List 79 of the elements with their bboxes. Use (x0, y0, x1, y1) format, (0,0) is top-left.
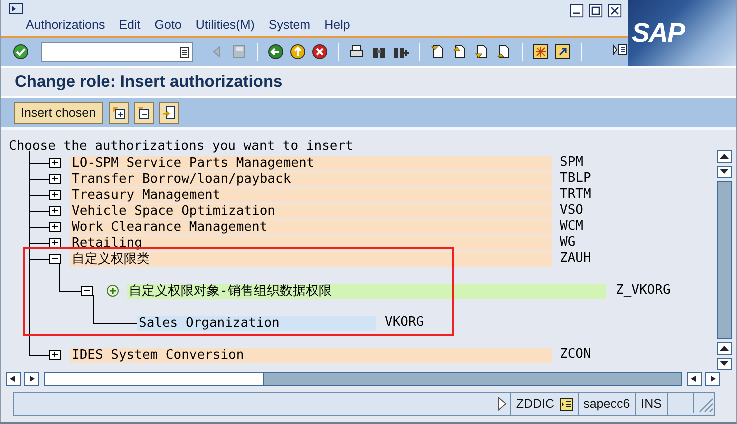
print-icon[interactable] (349, 44, 365, 60)
node-code: WCM (560, 219, 584, 235)
window-icon[interactable] (533, 44, 549, 60)
scrollbar-thumb[interactable] (717, 181, 732, 339)
node-label[interactable]: LO-SPM Service Parts Management (70, 156, 552, 170)
node-label[interactable]: 自定义权限对象-销售组织数据权限 (127, 284, 606, 298)
menu-item[interactable]: System (268, 18, 311, 32)
minimize-icon[interactable] (570, 4, 584, 18)
close-icon[interactable] (608, 4, 622, 18)
back-icon[interactable] (268, 44, 284, 60)
insert-mode: INS (641, 397, 662, 411)
previous-page-icon[interactable] (452, 44, 468, 60)
tree-heading: Choose the authorizations you want to insert (9, 139, 354, 155)
resize-grip-icon[interactable] (693, 393, 714, 413)
scroll-left-button[interactable] (6, 372, 21, 386)
node-code: SPM (560, 155, 584, 171)
collapse-icon[interactable] (81, 286, 93, 296)
exit-icon[interactable] (290, 44, 306, 60)
node-code: WG (560, 235, 576, 251)
node-code: TBLP (560, 171, 592, 187)
node-label[interactable]: 自定义权限类 (70, 252, 552, 266)
menu-item[interactable]: Authorizations (26, 18, 106, 32)
node-label[interactable]: Treasury Management (70, 188, 552, 202)
node-label[interactable]: Work Clearance Management (70, 220, 552, 234)
transfer-button[interactable] (159, 102, 180, 124)
first-page-icon[interactable] (430, 44, 446, 60)
collapse-all-icon (137, 106, 152, 120)
system-name: sapecc6 (584, 397, 630, 411)
expand-icon[interactable] (49, 158, 61, 168)
expand-icon[interactable] (49, 350, 61, 360)
history-icon[interactable] (180, 46, 189, 58)
scroll-down-button[interactable] (717, 358, 732, 370)
maximize-icon[interactable] (589, 4, 603, 18)
screen-title: Change role: Insert authorizations (15, 72, 283, 92)
enter-icon[interactable] (13, 44, 29, 60)
menu-item[interactable]: Goto (154, 18, 182, 32)
add-icon[interactable] (107, 285, 119, 297)
node-code: VSO (560, 203, 584, 219)
expand-all-button[interactable] (109, 102, 130, 124)
expand-icon[interactable] (49, 222, 61, 232)
user-name: ZDDIC (516, 397, 555, 411)
scroll-up-button[interactable] (717, 342, 732, 354)
layout-icon[interactable] (612, 42, 628, 58)
expand-icon[interactable] (49, 206, 61, 216)
node-code: TRTM (560, 187, 592, 203)
expand-status-icon[interactable] (498, 397, 508, 411)
node-label[interactable]: Sales Organization (137, 316, 376, 330)
menu-item[interactable]: Help (324, 18, 350, 32)
node-code: VKORG (385, 315, 424, 331)
logo: SAP (628, 0, 736, 66)
node-code: ZCON (560, 347, 592, 363)
node-code: ZAUH (560, 251, 592, 267)
expand-icon[interactable] (49, 190, 61, 200)
next-page-icon[interactable] (474, 44, 490, 60)
horizontal-scrollbar[interactable] (44, 372, 682, 386)
node-code: Z_VKORG (616, 283, 671, 299)
node-label[interactable]: Vehicle Space Optimization (70, 204, 552, 218)
scroll-right-button[interactable] (24, 372, 39, 386)
node-label[interactable]: IDES System Conversion (70, 348, 552, 362)
node-label[interactable]: Transfer Borrow/loan/payback (70, 172, 552, 186)
scroll-left-button[interactable] (687, 372, 702, 386)
menu-item[interactable]: Edit (119, 18, 141, 32)
last-page-icon[interactable] (496, 44, 512, 60)
expand-icon[interactable] (49, 238, 61, 248)
menu-item[interactable]: Utilities(M) (196, 18, 255, 32)
expand-all-icon (112, 106, 126, 120)
collapse-icon[interactable] (49, 254, 61, 264)
shortcut-icon[interactable] (555, 44, 571, 60)
cancel-icon[interactable] (312, 44, 328, 60)
collapse-all-button[interactable] (134, 102, 154, 124)
command-field[interactable] (41, 42, 193, 62)
scroll-up-button[interactable] (717, 150, 732, 163)
expand-icon[interactable] (49, 174, 61, 184)
transfer-icon (162, 106, 176, 120)
insert-chosen-button[interactable]: Insert chosen (14, 102, 104, 124)
system-menu-icon[interactable] (9, 3, 23, 14)
list-icon[interactable] (560, 398, 573, 410)
scroll-right-button[interactable] (705, 372, 720, 386)
scroll-down-button[interactable] (717, 166, 732, 178)
